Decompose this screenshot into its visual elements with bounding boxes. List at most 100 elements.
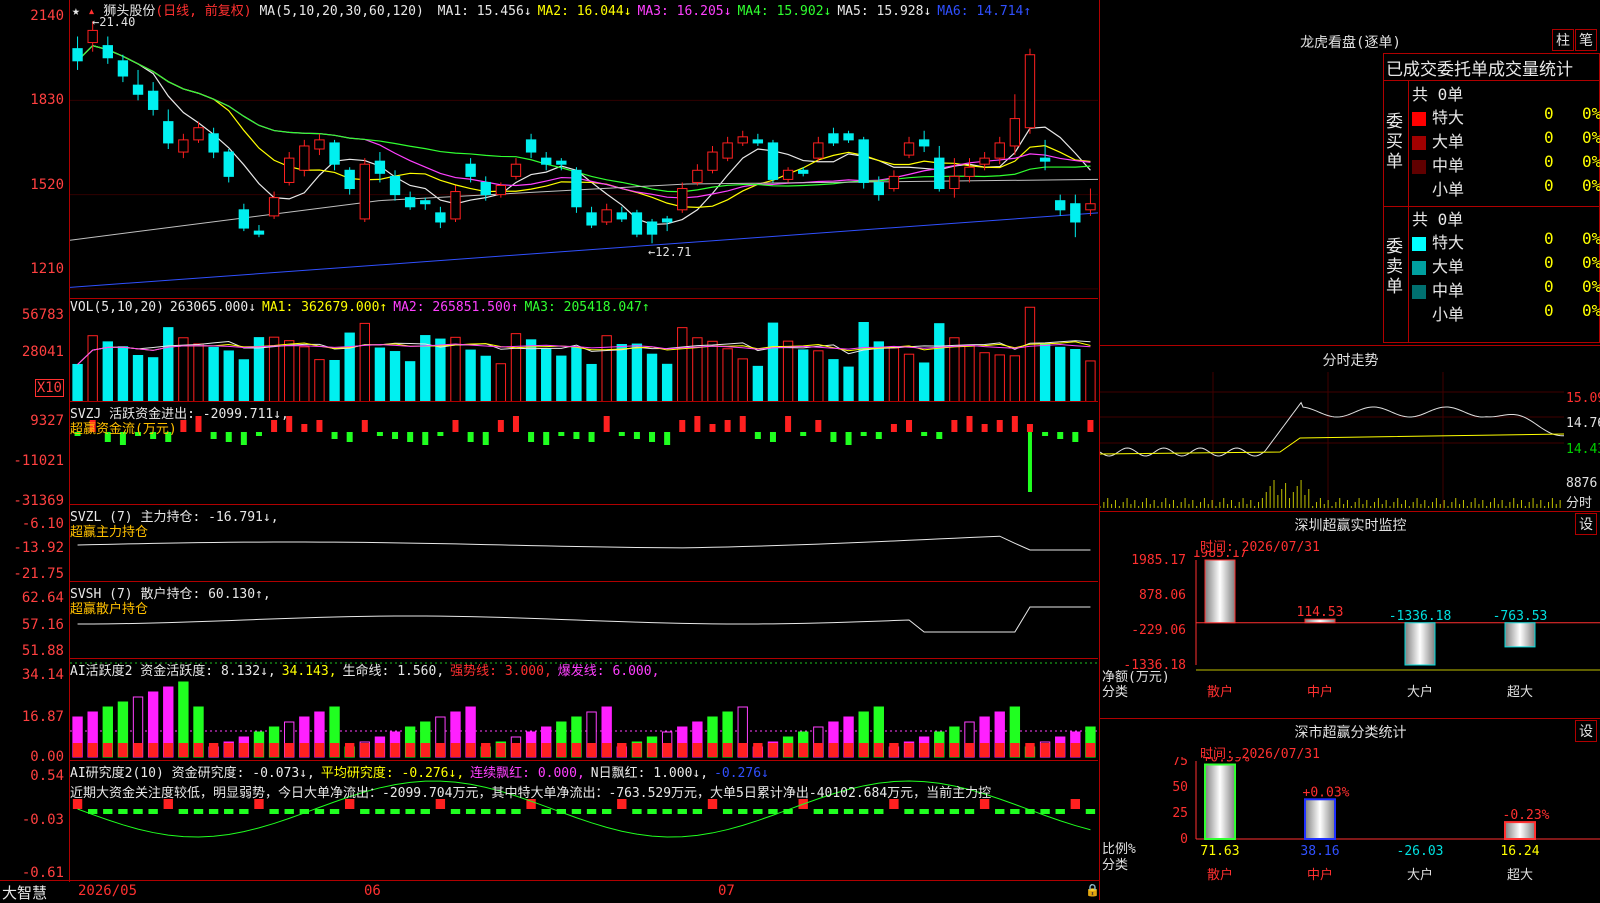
svsh-line [77, 606, 1091, 633]
ai2-bar [904, 809, 914, 814]
ai1-header-item: 强势线: 3.000, [450, 664, 552, 679]
candle-body [72, 48, 83, 62]
svzj-bar [709, 424, 716, 432]
candle-body [586, 212, 597, 226]
volume-bar [556, 355, 567, 402]
svzj-panel[interactable]: SVZJ 活跃资金进出: -2099.711↓, 超赢资金流(万元) [70, 401, 1098, 505]
ma-value: MA5: 15.928↓ [837, 4, 932, 19]
volume-bar [964, 344, 975, 402]
ai1-base [541, 743, 551, 757]
svzj-bar [996, 420, 1003, 432]
ai1-base [329, 743, 340, 757]
volume-panel[interactable]: VOL(5,10,20) 263065.000↓ MA1: 362679.000↑ M… [70, 298, 1098, 402]
ai1-base [677, 743, 687, 757]
vol-header-item: MA3: 205418.047↑ [524, 300, 650, 315]
legend-swatch [1412, 284, 1426, 299]
lock-icon[interactable]: 🔒 [1085, 883, 1100, 897]
tick-mode-button[interactable]: 笔 [1575, 29, 1597, 51]
volume-bar [858, 322, 869, 402]
volume-bar [888, 347, 900, 402]
candle-body [798, 169, 809, 174]
ai-research-panel[interactable]: AI研究度2(10) 资金研究度: -0.073↓, 平均研究度: -0.276↓… [70, 760, 1098, 881]
ai1-base [284, 743, 294, 757]
ai2-bar [360, 809, 370, 814]
lhb-tabs[interactable]: 已成交委托单成交量统计 [1386, 55, 1600, 80]
svzj-bar [452, 420, 459, 432]
legend-swatch [1412, 111, 1426, 126]
ai1-base [103, 743, 113, 757]
candle-body [813, 142, 824, 159]
ai1-header-item: 生命线: 1.560, [342, 664, 445, 679]
ai2-header-item: 连续飘红: 0.000, [470, 766, 585, 781]
ai1-base [269, 743, 279, 757]
stats-bar [1304, 798, 1336, 840]
lhb-row-value: 0 [1544, 253, 1554, 272]
ai2-bar [738, 809, 748, 814]
stats-bar-chart[interactable]: 75 50 25 0 +0.59% 71.63 散户 +0.03% 38.16 中户 -26.03 大… [1100, 757, 1600, 900]
price-panel[interactable]: ★ ▴ 狮头股份(日线, 前复权) MA(5,10,20,30,60,120) … [70, 0, 1098, 298]
stats-panel[interactable]: 75 50 25 0 +0.59% 71.63 散户 +0.03% 38.16 中户 -26.03 大… [1100, 757, 1600, 900]
monitor-bar-chart[interactable]: 1985.17 878.06 -229.06 -1336.18 1985.17 散户 114… [1100, 550, 1600, 715]
intraday-price-line [1100, 401, 1565, 457]
volume-bar [1009, 355, 1021, 402]
intraday-chart[interactable] [1100, 372, 1600, 510]
candle-body [208, 133, 219, 153]
svzj-bar [512, 416, 519, 432]
volume-bar [132, 355, 144, 402]
ai1-base [828, 743, 839, 757]
candle-body [314, 139, 325, 150]
candle-body [646, 221, 658, 235]
intraday-panel[interactable]: 15.09 14.76 14.43 8876 分时 [1100, 372, 1600, 511]
ai2-bar [541, 809, 551, 814]
volume-bar [102, 341, 113, 402]
period-label[interactable]: (日线, 前复权) [155, 4, 251, 19]
volume-bar [450, 336, 461, 402]
bar-mode-button[interactable]: 柱 [1552, 29, 1574, 51]
volume-bar [631, 343, 643, 402]
svzl-subtitle: 超赢主力持仓 [70, 525, 149, 540]
lhb-buy-row: 特大 0 0% [1412, 104, 1600, 128]
ai2-bar [118, 809, 128, 814]
ai2-bar [874, 809, 884, 814]
volume-bar [571, 347, 582, 402]
monitor-panel[interactable]: 1985.17 878.06 -229.06 -1336.18 1985.17 散户 114… [1100, 550, 1600, 715]
svsh-panel[interactable]: SVSH (7) 散户持仓: 60.130↑, 超赢散户持仓 [70, 581, 1098, 659]
svzj-bar [754, 432, 761, 439]
candle-body [752, 139, 764, 144]
ai2-bar [465, 809, 476, 814]
ai2-bar [1010, 809, 1020, 814]
svzj-bar [664, 432, 671, 445]
svzj-bar [558, 432, 565, 436]
volume-bar [163, 327, 174, 402]
candle-body [949, 175, 960, 190]
candlestick-chart[interactable] [70, 0, 1098, 298]
candle-body [163, 121, 174, 144]
volume-bar [979, 352, 990, 402]
lhb-row-percent: 0% [1582, 104, 1600, 123]
stats-bottom-label: 16.24 [1500, 844, 1539, 859]
price-axis: 2140 1830 1520 1210 [30, 8, 64, 277]
volume-bar [994, 354, 1005, 402]
intraday-top-line [1100, 345, 1600, 346]
volume-bar [903, 353, 915, 402]
vol-header-item: MA1: 362679.000↑ [262, 300, 388, 315]
ai2-bar [1040, 809, 1050, 814]
candle-body [117, 60, 129, 77]
candle-body [253, 230, 265, 235]
monitor-settings-button[interactable]: 设 [1575, 513, 1597, 535]
ai1-base [995, 743, 1005, 757]
ai1-base [481, 743, 491, 757]
star-icon[interactable]: ★ [72, 4, 80, 19]
stats-settings-button[interactable]: 设 [1575, 720, 1597, 742]
candle-body [102, 45, 113, 59]
legend-swatch [1412, 184, 1426, 198]
candle-body [888, 175, 900, 190]
candle-body [722, 142, 733, 159]
ai-activity-panel[interactable]: AI活跃度2 资金活跃度: 8.132↓, 34.143, 生命线: 1.560, 强… [70, 658, 1098, 761]
intraday-price-low: 14.43 [1566, 442, 1600, 457]
volume-bar [117, 346, 129, 402]
ai1-base [1025, 743, 1035, 757]
ai2-header-item: AI研究度2(10) 资金研究度: -0.073↓, [70, 766, 315, 781]
svzl-panel[interactable]: SVZL (7) 主力持仓: -16.791↓, 超赢主力持仓 [70, 504, 1098, 582]
monitor-title: 深圳超赢实时监控 [1294, 518, 1407, 534]
